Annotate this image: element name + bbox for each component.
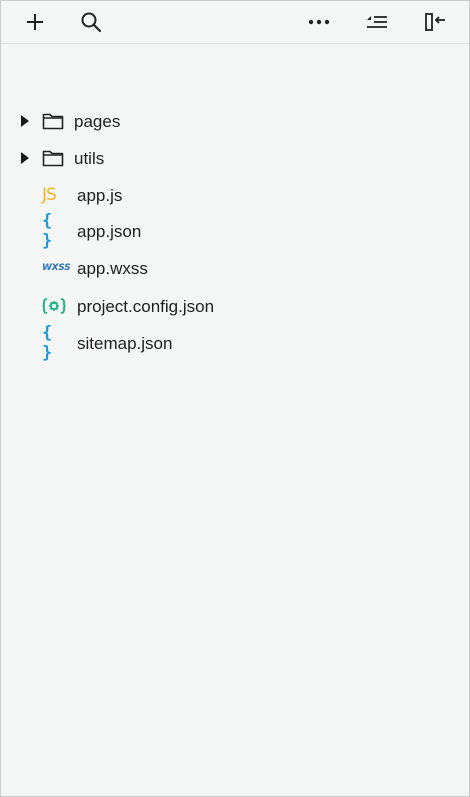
caret-right-icon[interactable] <box>21 152 29 164</box>
toggle-panel-icon <box>425 13 445 31</box>
json-file-icon: { } <box>42 323 56 363</box>
plus-icon <box>27 14 43 30</box>
caret-right-icon[interactable] <box>21 115 29 127</box>
wxss-file-icon: WXSS <box>42 263 71 273</box>
js-file-icon: JS <box>42 185 57 205</box>
tree-item-label: app.json <box>77 222 142 241</box>
tree-folder-utils[interactable]: utils <box>1 143 469 173</box>
ellipsis-icon <box>308 19 330 25</box>
folder-icon <box>42 113 64 130</box>
tree-file-app-wxss[interactable]: WXSS app.wxss <box>1 253 469 283</box>
tree-file-sitemap-json[interactable]: { } sitemap.json <box>1 323 469 363</box>
more-actions-button[interactable] <box>301 1 337 43</box>
tree-file-project-config-json[interactable]: project.config.json <box>1 291 469 321</box>
tree-file-app-json[interactable]: { } app.json <box>1 211 469 251</box>
collapse-all-button[interactable] <box>359 1 395 43</box>
tree-item-label: sitemap.json <box>77 334 173 353</box>
tree-item-label: pages <box>74 112 121 131</box>
json-file-icon: { } <box>42 211 56 251</box>
tree-item-label: project.config.json <box>77 297 215 316</box>
collapse-all-icon <box>367 16 387 28</box>
file-explorer-panel: pages utils JS app.js { } app.json WXSS … <box>0 0 470 797</box>
search-button[interactable] <box>73 1 109 43</box>
tree-item-label: app.wxss <box>77 259 148 278</box>
toggle-panel-button[interactable] <box>417 1 453 43</box>
tree-item-label: app.js <box>77 186 123 205</box>
explorer-toolbar <box>1 1 469 44</box>
config-file-icon <box>42 296 68 316</box>
tree-item-label: utils <box>74 149 105 168</box>
file-tree: pages utils JS app.js { } app.json WXSS … <box>1 44 469 363</box>
folder-icon <box>42 150 64 167</box>
new-file-button[interactable] <box>17 1 53 43</box>
search-icon <box>81 12 102 33</box>
tree-file-app-js[interactable]: JS app.js <box>1 180 469 210</box>
tree-folder-pages[interactable]: pages <box>1 106 469 136</box>
